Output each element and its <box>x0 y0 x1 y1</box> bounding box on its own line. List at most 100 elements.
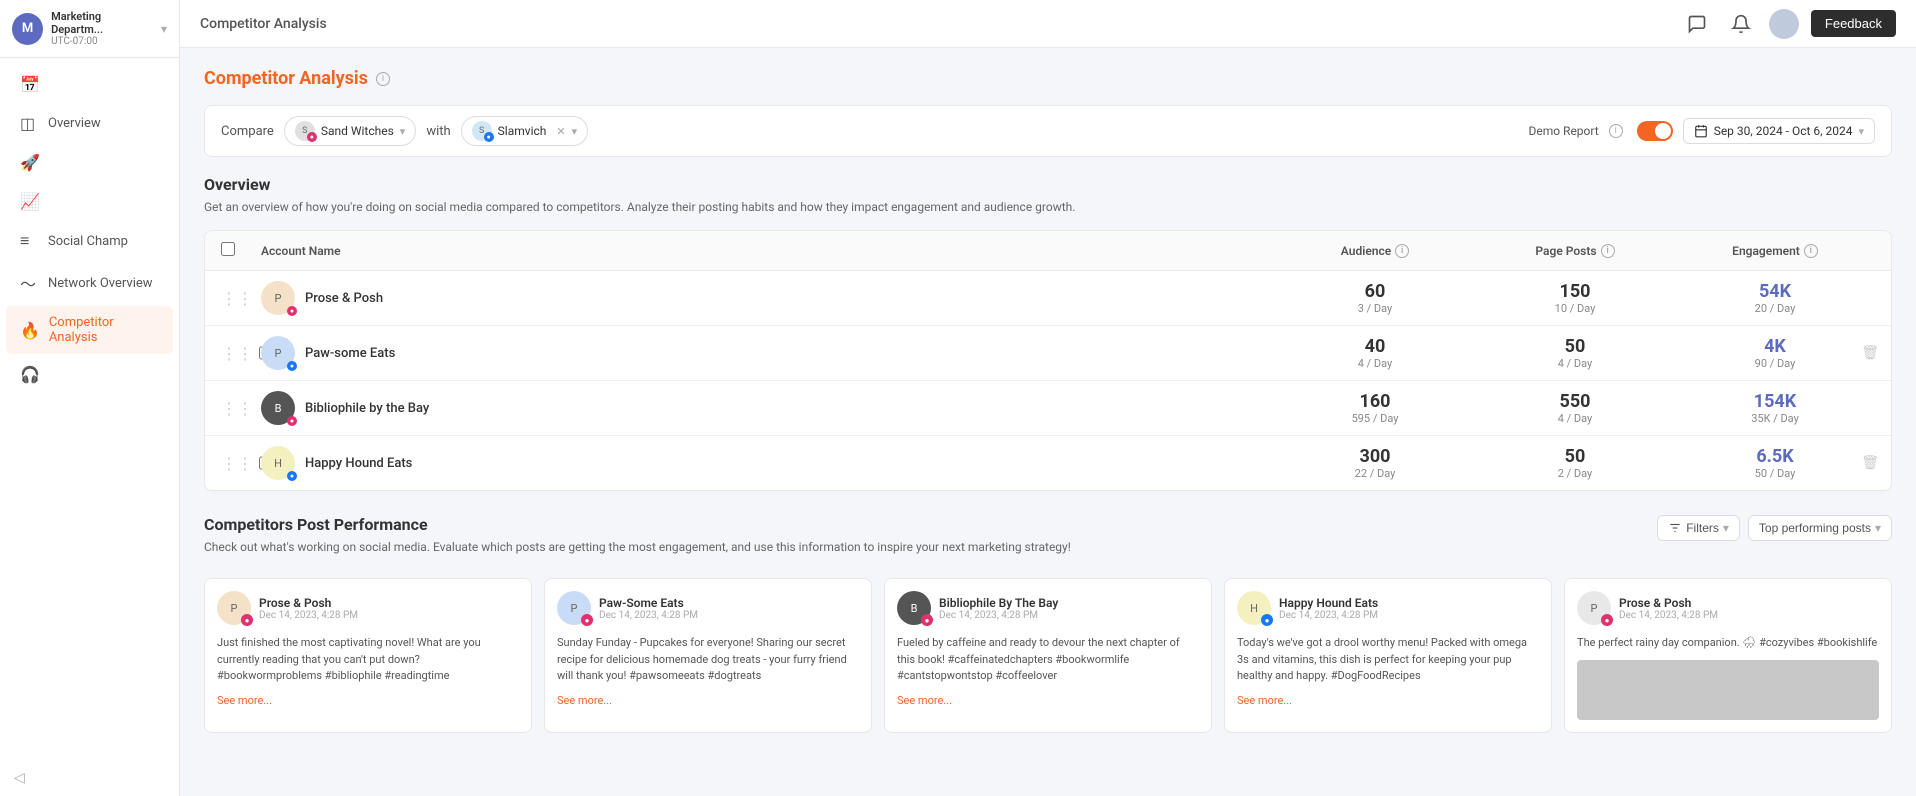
account-avatar: B ● <box>261 391 295 425</box>
sidebar-item-listening[interactable]: 🎧 <box>6 356 173 393</box>
delete-row-icon[interactable]: 🗑 <box>1861 455 1879 471</box>
network-overview-icon: 〜 <box>20 271 38 295</box>
post-card-meta: Bibliophile By The Bay Dec 14, 2023, 4:2… <box>939 596 1058 621</box>
post-card-header: P ● Prose & Posh Dec 14, 2023, 4:28 PM <box>1577 591 1879 625</box>
header-checkbox[interactable] <box>221 242 235 256</box>
post-card-image <box>1577 660 1879 720</box>
page-title-info-icon[interactable]: i <box>376 72 390 86</box>
top-posts-btn[interactable]: Top performing posts ▾ <box>1748 515 1892 541</box>
collapse-icon: ◁ <box>14 770 25 786</box>
sidebar-item-competitor-analysis[interactable]: 🔥 Competitor Analysis <box>6 306 173 354</box>
post-social-badge: ● <box>581 614 593 626</box>
sidebar-item-analytics[interactable]: 📈 <box>6 183 173 220</box>
audience-value: 160 <box>1275 391 1475 412</box>
demo-report-info-icon[interactable]: i <box>1609 124 1623 138</box>
account1-avatar: S ● <box>295 121 315 141</box>
audience-info-icon[interactable]: i <box>1395 244 1409 258</box>
post-perf-desc: Check out what's working on social media… <box>204 538 1071 556</box>
audience-sub: 4 / Day <box>1275 357 1475 370</box>
account2-dropdown-icon[interactable]: ▾ <box>572 125 578 138</box>
account2-avatar: S ● <box>472 121 492 141</box>
engagement-sub: 20 / Day <box>1675 302 1875 315</box>
post-social-badge: ● <box>921 614 933 626</box>
account-cell: H ● Happy Hound Eats <box>261 446 1275 480</box>
post-perf-right: Filters ▾ Top performing posts ▾ <box>1657 515 1892 541</box>
overview-desc: Get an overview of how you're doing on s… <box>204 198 1892 216</box>
see-more-link[interactable]: See more... <box>1237 694 1292 707</box>
sidebar-label-social-champ: Social Champ <box>48 234 128 249</box>
listening-icon: 🎧 <box>20 365 40 384</box>
sidebar-item-network-overview[interactable]: 〜 Network Overview <box>6 262 173 304</box>
engagement-value: 54K <box>1675 281 1875 302</box>
publish-icon: 🚀 <box>20 153 40 172</box>
post-card-header: H ● Happy Hound Eats Dec 14, 2023, 4:28 … <box>1237 591 1539 625</box>
header-engagement: Engagement i <box>1675 241 1875 260</box>
org-chevron-icon: ▾ <box>161 22 167 36</box>
audience-value: 300 <box>1275 446 1475 467</box>
date-range-picker[interactable]: Sep 30, 2024 - Oct 6, 2024 ▾ <box>1683 118 1875 144</box>
feedback-button[interactable]: Feedback <box>1811 10 1896 37</box>
page-posts-sub: 10 / Day <box>1475 302 1675 315</box>
account-avatar: P ● <box>261 336 295 370</box>
date-range-chevron-icon: ▾ <box>1858 125 1864 138</box>
audience-sub: 3 / Day <box>1275 302 1475 315</box>
table-header-row: Account Name Audience i Page Posts i Eng… <box>205 231 1891 271</box>
overview-table: Account Name Audience i Page Posts i Eng… <box>204 230 1892 491</box>
page-posts-info-icon[interactable]: i <box>1601 244 1615 258</box>
post-card-avatar: H ● <box>1237 591 1271 625</box>
toggle-knob <box>1655 123 1671 139</box>
demo-report-toggle[interactable] <box>1637 121 1673 141</box>
engagement-sub: 35K / Day <box>1675 412 1875 425</box>
row-drag-handle[interactable]: ⋮⋮ <box>221 454 261 473</box>
post-card-meta: Paw-Some Eats Dec 14, 2023, 4:28 PM <box>599 596 698 621</box>
audience-cell: 160 595 / Day <box>1275 391 1475 425</box>
collapse-sidebar-btn[interactable]: ◁ <box>0 760 179 796</box>
sidebar-label-competitor-analysis: Competitor Analysis <box>49 315 159 345</box>
notifications-icon-btn[interactable] <box>1725 8 1757 40</box>
with-label: with <box>426 124 450 139</box>
sidebar-item-calendar[interactable]: 📅 <box>6 66 173 103</box>
overview-section: Overview Get an overview of how you're d… <box>204 175 1892 491</box>
see-more-link[interactable]: See more... <box>557 694 612 707</box>
post-perf-title: Competitors Post Performance <box>204 515 1071 534</box>
post-social-badge: ● <box>1601 614 1613 626</box>
account1-dropdown-icon[interactable]: ▾ <box>400 125 406 138</box>
page-posts-value: 150 <box>1475 281 1675 302</box>
page-posts-cell: 50 2 / Day <box>1475 446 1675 480</box>
see-more-link[interactable]: See more... <box>897 694 952 707</box>
account2-chip[interactable]: S ● Slamvich ✕ ▾ <box>461 116 588 146</box>
account-avatar: P ● <box>261 281 295 315</box>
delete-row-icon[interactable]: 🗑 <box>1861 345 1879 361</box>
row-drag-handle[interactable]: ⋮⋮ <box>221 399 261 418</box>
account1-chip[interactable]: S ● Sand Witches ▾ <box>284 116 417 146</box>
org-switcher[interactable]: M Marketing Departm... UTC-07:00 ▾ <box>0 0 179 58</box>
messages-icon-btn[interactable] <box>1681 8 1713 40</box>
sidebar-item-social-champ[interactable]: ≡ Social Champ <box>6 222 173 260</box>
sidebar-item-overview[interactable]: ◫ Overview <box>6 105 173 142</box>
org-timezone: UTC-07:00 <box>51 36 153 47</box>
account2-remove-icon[interactable]: ✕ <box>556 125 565 138</box>
account2-name: Slamvich <box>498 124 547 138</box>
see-more-link[interactable]: See more... <box>217 694 272 707</box>
sidebar-item-publish[interactable]: 🚀 <box>6 144 173 181</box>
header-checkbox-cell <box>221 241 261 260</box>
post-card-date: Dec 14, 2023, 4:28 PM <box>259 610 358 621</box>
engagement-cell: 154K 35K / Day <box>1675 391 1875 425</box>
post-card-date: Dec 14, 2023, 4:28 PM <box>599 610 698 621</box>
sidebar-nav: 📅 ◫ Overview 🚀 📈 ≡ Social Champ 〜 Networ… <box>0 58 179 401</box>
engagement-cell: 4K 90 / Day <box>1675 336 1875 370</box>
row-drag-handle[interactable]: ⋮⋮ <box>221 289 261 308</box>
account-avatar: H ● <box>261 446 295 480</box>
post-card-text: Today's we've got a drool worthy menu! P… <box>1237 635 1539 685</box>
audience-value: 60 <box>1275 281 1475 302</box>
post-performance-section: Competitors Post Performance Check out w… <box>204 515 1892 733</box>
engagement-value: 4K <box>1675 336 1875 357</box>
filters-btn[interactable]: Filters ▾ <box>1657 515 1740 541</box>
calendar-icon <box>1694 124 1708 138</box>
page-posts-cell: 50 4 / Day <box>1475 336 1675 370</box>
post-card-header: P ● Prose & Posh Dec 14, 2023, 4:28 PM <box>217 591 519 625</box>
account1-name: Sand Witches <box>321 124 394 138</box>
drag-icon: ⋮⋮ <box>221 399 253 418</box>
engagement-info-icon[interactable]: i <box>1804 244 1818 258</box>
row-drag-handle[interactable]: ⋮⋮ <box>221 344 261 363</box>
